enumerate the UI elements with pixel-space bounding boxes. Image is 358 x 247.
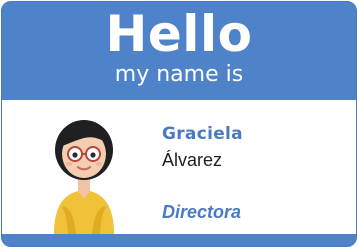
name-badge: Hello my name is Graciela Álvarez Direct… (1, 1, 357, 247)
last-name: Álvarez (162, 150, 223, 170)
badge-header: Hello my name is (2, 2, 356, 100)
badge-title: Hello (105, 5, 253, 63)
first-name: Graciela (162, 124, 243, 144)
badge-subtitle: my name is (114, 62, 244, 87)
job-title: Directora (162, 202, 242, 222)
badge-body: Graciela Álvarez Directora (2, 100, 356, 234)
woman-avatar-icon (54, 120, 114, 234)
